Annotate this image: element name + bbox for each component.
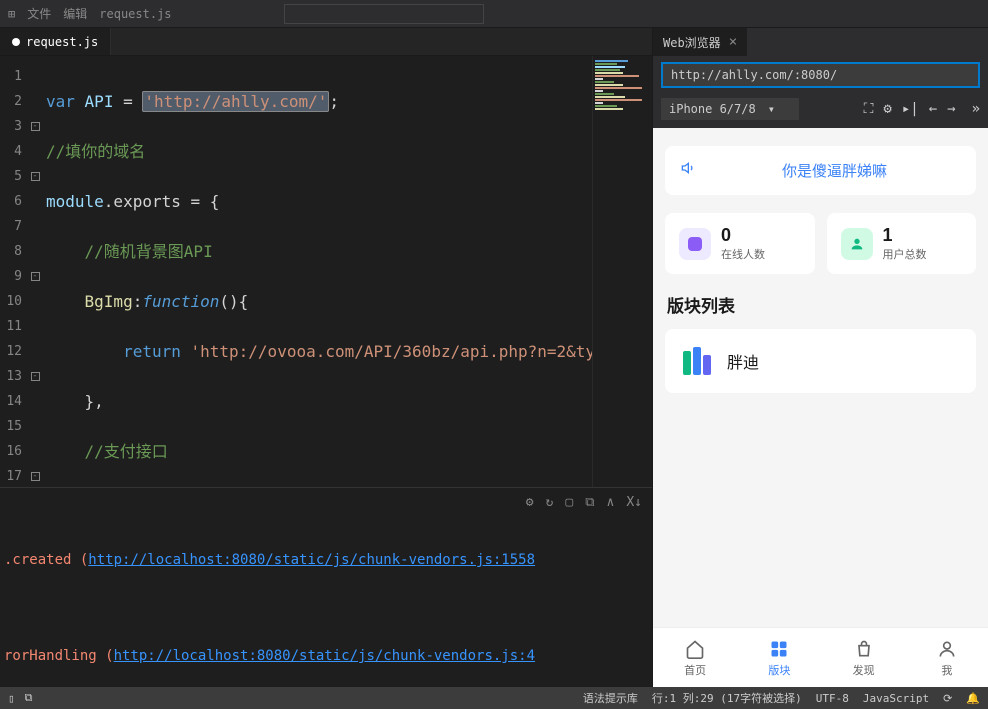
line-gutter: 1234 5678 9101112 13141516 17 [0, 56, 28, 487]
status-cmd-icon[interactable]: ⧉ [25, 691, 33, 705]
menu-edit[interactable]: 编辑 [63, 5, 87, 22]
menu-item[interactable]: ⊞ [8, 7, 15, 21]
tab-label: request.js [26, 35, 98, 49]
terminal-toolbar: ⚙ ↻ ▢ ⧉ ∧ X↓ [0, 488, 652, 516]
stat-users-label: 用户总数 [883, 246, 927, 262]
settings-icon[interactable]: ⚙ [883, 101, 891, 117]
editor-tab[interactable]: request.js [0, 28, 111, 55]
terminal-close-icon[interactable]: X↓ [626, 495, 642, 510]
browser-tab-label: Web浏览器 [663, 34, 721, 51]
stat-online[interactable]: 0 在线人数 [665, 213, 815, 274]
blocks-icon [769, 638, 789, 660]
nav-discover[interactable]: 发现 [853, 638, 875, 678]
stats-row: 0 在线人数 1 用户总数 [665, 213, 976, 274]
announcement-text: 你是傻逼胖娣嘛 [709, 160, 960, 181]
discover-icon [854, 638, 874, 660]
device-toolbar: iPhone 6/7/8 ▾ ⛶ ⚙ ▸| ← → » [653, 94, 988, 124]
nav-home[interactable]: 首页 [684, 638, 706, 678]
menu-hint[interactable]: request.js [99, 7, 171, 21]
forward-icon[interactable]: → [947, 101, 955, 117]
sound-icon [681, 160, 697, 181]
terminal-link[interactable]: http://localhost:8080/static/js/chunk-ve… [88, 552, 535, 568]
nav-me[interactable]: 我 [937, 638, 957, 678]
stat-online-icon [679, 228, 711, 260]
chevron-down-icon: ▾ [768, 102, 775, 116]
stat-online-value: 0 [721, 225, 765, 246]
home-icon [685, 638, 705, 660]
list-item[interactable]: 胖迪 [665, 329, 976, 393]
nav-blocks[interactable]: 版块 [768, 638, 790, 678]
mobile-nav: 首页 版块 发现 我 [653, 627, 988, 687]
terminal-external-icon[interactable]: ⧉ [585, 495, 594, 510]
status-position[interactable]: 行:1 列:29 (17字符被选择) [652, 690, 802, 706]
minimap[interactable] [592, 56, 652, 487]
code-editor[interactable]: 1234 5678 9101112 13141516 17 -- - -- va… [0, 56, 652, 487]
status-language[interactable]: JavaScript [863, 692, 929, 705]
status-encoding[interactable]: UTF-8 [816, 692, 849, 705]
expand-icon[interactable]: ⛶ [864, 101, 874, 117]
editor-panel: request.js 1234 5678 9101112 13141516 17… [0, 28, 652, 687]
devtools-icon[interactable]: ▸| [902, 101, 919, 117]
terminal-link[interactable]: http://localhost:8080/static/js/chunk-ve… [114, 648, 535, 664]
terminal-stop-icon[interactable]: ▢ [565, 495, 573, 510]
list-item-icon [679, 343, 715, 379]
device-select[interactable]: iPhone 6/7/8 ▾ [661, 98, 799, 120]
stat-online-label: 在线人数 [721, 246, 765, 262]
terminal-line: .created ( [4, 552, 88, 568]
top-search-input[interactable] [284, 4, 484, 24]
more-icon[interactable]: » [972, 101, 980, 117]
close-icon[interactable]: × [729, 34, 737, 50]
url-input[interactable]: http://ahlly.com/:8080/ [661, 62, 980, 88]
section-title: 版块列表 [667, 292, 974, 317]
status-bell-icon[interactable]: 🔔 [966, 692, 980, 705]
browser-tab-header: Web浏览器 × [653, 28, 988, 56]
mobile-preview: 你是傻逼胖娣嘛 0 在线人数 1 用户总数 [653, 128, 988, 687]
modified-dot-icon [12, 38, 20, 46]
status-bar: ▯ ⧉ 语法提示库 行:1 列:29 (17字符被选择) UTF-8 JavaS… [0, 687, 988, 709]
terminal-gear-icon[interactable]: ⚙ [526, 495, 534, 510]
stat-users-value: 1 [883, 225, 927, 246]
terminal-line: rorHandling ( [4, 648, 114, 664]
terminal-up-icon[interactable]: ∧ [607, 495, 615, 510]
terminal-output[interactable]: .created (http://localhost:8080/static/j… [0, 516, 652, 687]
browser-tab[interactable]: Web浏览器 × [653, 28, 747, 56]
terminal-restart-icon[interactable]: ↻ [546, 495, 554, 510]
status-sync-icon[interactable]: ⟳ [943, 692, 952, 705]
user-icon [937, 638, 957, 660]
browser-panel: Web浏览器 × http://ahlly.com/:8080/ iPhone … [652, 28, 988, 687]
terminal-panel: ⚙ ↻ ▢ ⧉ ∧ X↓ .created (http://localhost:… [0, 487, 652, 687]
menu-file[interactable]: 文件 [27, 5, 51, 22]
code-content[interactable]: var API = 'http://ahlly.com/'; //填你的域名 m… [42, 56, 592, 487]
top-menu-bar: ⊞ 文件 编辑 request.js [0, 0, 988, 28]
editor-tab-bar: request.js [0, 28, 652, 56]
list-item-label: 胖迪 [727, 349, 759, 373]
status-terminal-icon[interactable]: ▯ [8, 692, 15, 705]
back-icon[interactable]: ← [929, 101, 937, 117]
announcement-card[interactable]: 你是傻逼胖娣嘛 [665, 146, 976, 195]
main-area: request.js 1234 5678 9101112 13141516 17… [0, 28, 988, 687]
status-syntax[interactable]: 语法提示库 [583, 690, 638, 706]
stat-users[interactable]: 1 用户总数 [827, 213, 977, 274]
stat-users-icon [841, 228, 873, 260]
fold-column[interactable]: -- - -- [28, 56, 42, 487]
